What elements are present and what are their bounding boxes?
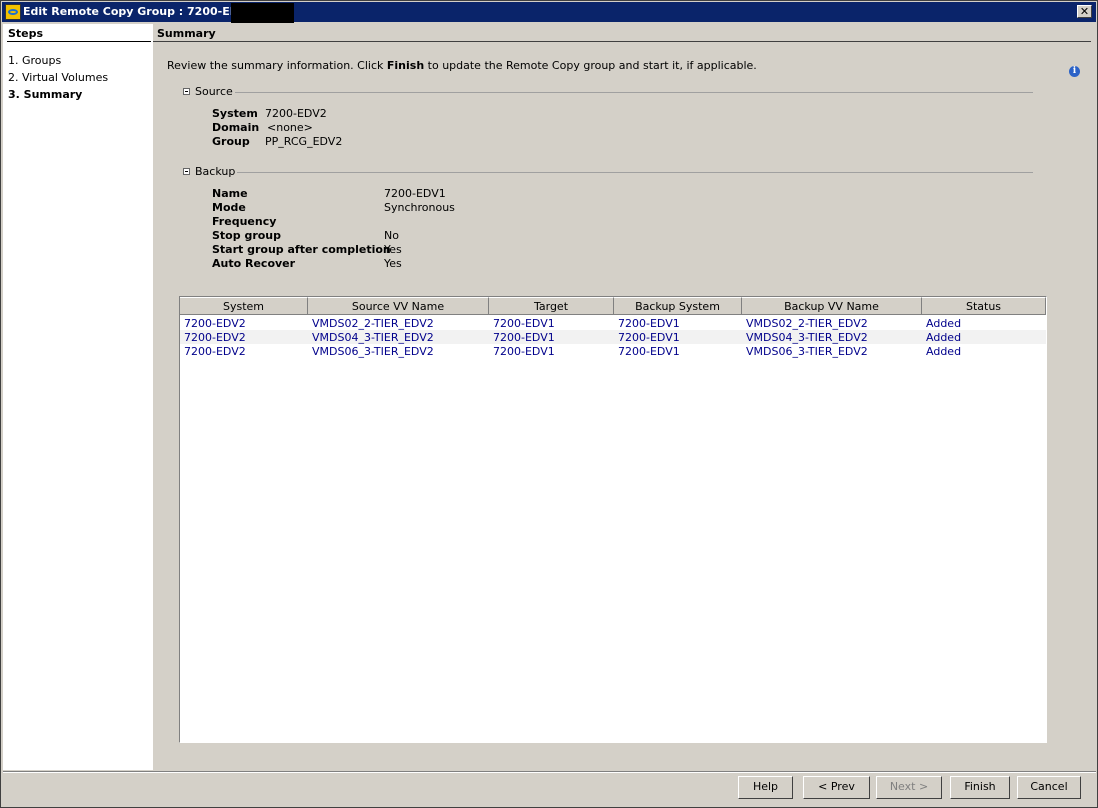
cell-status: Added xyxy=(926,331,962,344)
backup-stop-group-label: Stop group xyxy=(212,229,282,242)
intro-finish-word: Finish xyxy=(386,59,425,72)
intro-suffix: to update the Remote Copy group and star… xyxy=(424,59,757,72)
help-button[interactable]: Help xyxy=(738,776,793,799)
intro-prefix: Review the summary information. Click xyxy=(167,59,387,72)
column-header-system[interactable]: System xyxy=(180,297,308,315)
cell-target: 7200-EDV1 xyxy=(493,331,555,344)
close-button[interactable]: ✕ xyxy=(1077,5,1092,18)
cell-system: 7200-EDV2 xyxy=(184,317,246,330)
backup-mode-label: Mode xyxy=(212,201,246,214)
backup-stop-group-value: No xyxy=(384,229,399,242)
title-bar: Edit Remote Copy Group : 7200-EDV2 ✕ xyxy=(2,2,1096,23)
cell-source-vv-name: VMDS04_3-TIER_EDV2 xyxy=(312,331,434,344)
source-system-label: System xyxy=(212,107,258,120)
cell-backup-system: 7200-EDV1 xyxy=(618,331,680,344)
steps-panel: Steps 1. Groups 2. Virtual Volumes 3. Su… xyxy=(3,24,153,770)
cell-backup-system: 7200-EDV1 xyxy=(618,317,680,330)
backup-auto-recover-value: Yes xyxy=(384,257,402,270)
column-header-status[interactable]: Status xyxy=(922,297,1046,315)
backup-start-group-value: Yes xyxy=(384,243,402,256)
cell-status: Added xyxy=(926,345,962,358)
cell-system: 7200-EDV2 xyxy=(184,345,246,358)
next-button[interactable]: Next > xyxy=(876,776,942,799)
collapse-icon[interactable] xyxy=(183,167,190,175)
column-header-target[interactable]: Target xyxy=(489,297,614,315)
column-header-source-vv-name[interactable]: Source VV Name xyxy=(308,297,489,315)
cell-backup-vv-name: VMDS02_2-TIER_EDV2 xyxy=(746,317,868,330)
source-domain-value: <none> xyxy=(267,121,313,134)
source-divider xyxy=(235,92,1033,93)
source-group-label: Group xyxy=(212,135,250,148)
step-virtual-volumes[interactable]: 2. Virtual Volumes xyxy=(8,71,108,84)
edit-remote-copy-group-dialog: Edit Remote Copy Group : 7200-EDV2 ✕ Ste… xyxy=(0,0,1098,808)
column-header-backup-system[interactable]: Backup System xyxy=(614,297,742,315)
step-summary[interactable]: 3. Summary xyxy=(8,88,82,101)
cell-system: 7200-EDV2 xyxy=(184,331,246,344)
footer-divider-highlight xyxy=(3,772,1096,773)
column-header-backup-vv-name[interactable]: Backup VV Name xyxy=(742,297,922,315)
window-title: Edit Remote Copy Group : 7200-EDV2 xyxy=(23,5,256,18)
backup-frequency-label: Frequency xyxy=(212,215,277,228)
backup-name-label: Name xyxy=(212,187,248,200)
steps-divider xyxy=(7,41,151,42)
cell-source-vv-name: VMDS06_3-TIER_EDV2 xyxy=(312,345,434,358)
cell-backup-vv-name: VMDS04_3-TIER_EDV2 xyxy=(746,331,868,344)
app-icon xyxy=(5,4,21,20)
steps-heading: Steps xyxy=(8,27,44,40)
step-groups[interactable]: 1. Groups xyxy=(8,54,61,67)
page-title: Summary xyxy=(157,27,216,40)
collapse-icon[interactable] xyxy=(183,87,190,95)
cell-source-vv-name: VMDS02_2-TIER_EDV2 xyxy=(312,317,434,330)
backup-divider xyxy=(237,172,1033,173)
backup-auto-recover-label: Auto Recover xyxy=(212,257,296,270)
cell-target: 7200-EDV1 xyxy=(493,345,555,358)
source-system-value: 7200-EDV2 xyxy=(265,107,327,120)
title-divider xyxy=(153,41,1091,42)
backup-start-group-label: Start group after completion xyxy=(212,243,391,256)
info-icon[interactable]: i xyxy=(1069,66,1080,77)
table-row-stripe xyxy=(180,330,1046,344)
backup-group-header[interactable]: Backup xyxy=(183,165,235,178)
prev-button[interactable]: < Prev xyxy=(803,776,870,799)
summary-intro: Review the summary information. Click Fi… xyxy=(167,59,757,72)
cell-status: Added xyxy=(926,317,962,330)
cancel-button[interactable]: Cancel xyxy=(1017,776,1081,799)
cell-backup-vv-name: VMDS06_3-TIER_EDV2 xyxy=(746,345,868,358)
cell-target: 7200-EDV1 xyxy=(493,317,555,330)
source-group-header[interactable]: Source xyxy=(183,85,233,98)
source-heading: Source xyxy=(195,85,233,98)
redacted-block xyxy=(231,3,294,23)
source-group-value: PP_RCG_EDV2 xyxy=(265,135,343,148)
backup-mode-value: Synchronous xyxy=(384,201,455,214)
backup-name-value: 7200-EDV1 xyxy=(384,187,446,200)
volumes-table[interactable]: System Source VV Name Target Backup Syst… xyxy=(179,296,1047,743)
cell-backup-system: 7200-EDV1 xyxy=(618,345,680,358)
summary-panel: Summary i Review the summary information… xyxy=(153,24,1096,770)
source-domain-label: Domain xyxy=(212,121,260,134)
finish-button[interactable]: Finish xyxy=(950,776,1010,799)
backup-heading: Backup xyxy=(195,165,236,178)
